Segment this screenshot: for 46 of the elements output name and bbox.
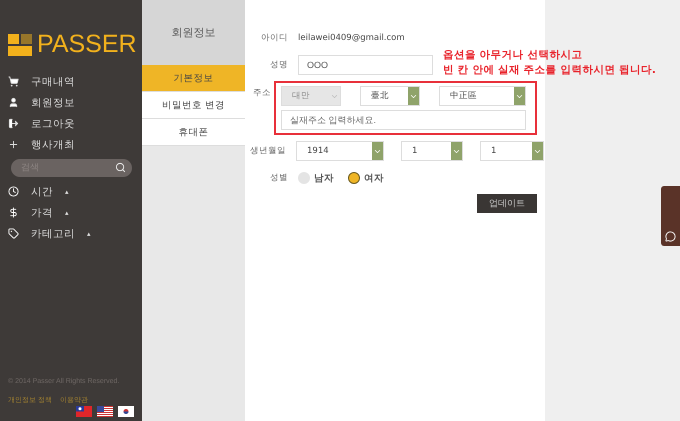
submenu-item[interactable]: 휴대폰 bbox=[142, 119, 245, 146]
feedback-tab[interactable] bbox=[661, 186, 680, 246]
dollar-icon bbox=[8, 207, 19, 218]
section-title: 회원정보 bbox=[142, 0, 245, 65]
name-field[interactable]: OOO bbox=[298, 55, 433, 75]
tag-icon bbox=[8, 228, 19, 239]
gender-radio[interactable]: 남자 bbox=[298, 172, 334, 184]
dropdown[interactable]: 1914 bbox=[296, 141, 384, 161]
user-icon bbox=[8, 97, 19, 108]
field-label: 성명 bbox=[269, 59, 288, 71]
field-label: 생년월일 bbox=[250, 145, 286, 157]
annotation-text: 빈 칸 안에 실재 주소를 입력하시면 됩니다. bbox=[443, 63, 656, 78]
email-value: leilawei0409@gmail.com bbox=[298, 33, 405, 43]
us-flag-icon[interactable] bbox=[97, 406, 113, 417]
korea-flag-icon[interactable] bbox=[118, 406, 134, 417]
nav-item[interactable]: 회원정보 bbox=[31, 96, 75, 110]
cart-icon bbox=[8, 76, 19, 87]
radio-dot[interactable] bbox=[298, 172, 310, 184]
filter-item[interactable]: 카테고리 bbox=[31, 226, 75, 240]
plus-icon bbox=[8, 139, 19, 150]
submenu-item[interactable]: 비밀번호 변경 bbox=[142, 92, 245, 119]
field-label: 성별 bbox=[269, 172, 288, 184]
submenu-item[interactable]: 기본정보 bbox=[142, 65, 245, 92]
gender-radio[interactable]: 여자 bbox=[348, 172, 384, 184]
annotation-text: 옵션을 아무거나 선택하시고 bbox=[443, 48, 584, 63]
nav-item[interactable]: 행사개최 bbox=[31, 138, 75, 152]
filter-item[interactable]: 가격 bbox=[31, 206, 53, 220]
logo-icon bbox=[8, 34, 32, 56]
filter-item[interactable]: 시간 bbox=[31, 184, 53, 198]
search-icon[interactable] bbox=[115, 162, 126, 173]
dropdown[interactable]: 1 bbox=[480, 141, 544, 161]
dropdown[interactable]: 中正區 bbox=[439, 86, 526, 106]
clock-icon bbox=[8, 186, 19, 197]
taiwan-flag-icon[interactable] bbox=[76, 406, 92, 417]
chat-icon bbox=[665, 231, 676, 242]
update-button[interactable]: 업데이트 bbox=[477, 194, 537, 213]
address-field[interactable]: 실재주소 입력하세요. bbox=[281, 110, 526, 130]
nav-item[interactable]: 로그아웃 bbox=[31, 116, 75, 130]
field-label: 아이디 bbox=[260, 32, 288, 44]
field-label: 주소 bbox=[252, 87, 271, 99]
dropdown[interactable]: 1 bbox=[401, 141, 463, 161]
radio-dot[interactable] bbox=[348, 172, 360, 184]
dropdown[interactable]: 臺北 bbox=[360, 86, 420, 106]
logout-icon bbox=[8, 118, 19, 129]
logo-text: PASSER bbox=[37, 30, 137, 59]
nav-item[interactable]: 구매내역 bbox=[31, 74, 75, 88]
